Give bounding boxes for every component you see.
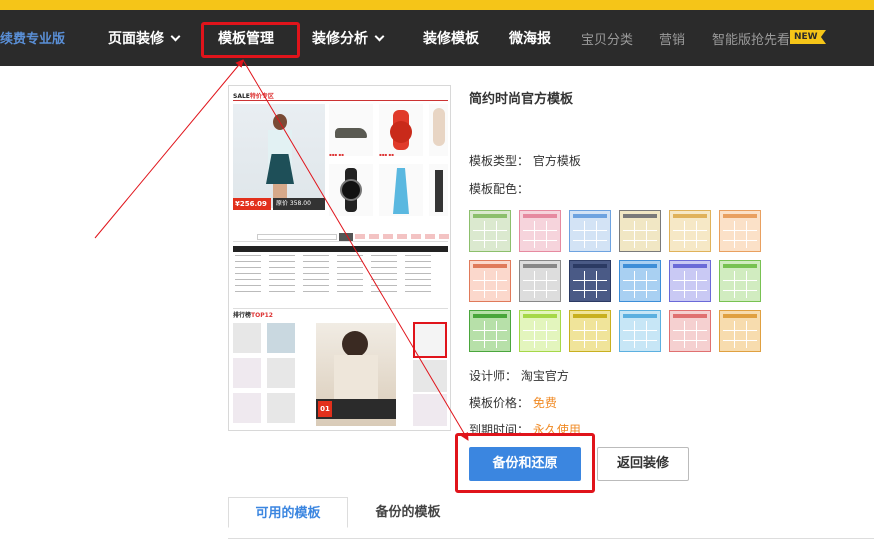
color-swatch[interactable] (619, 210, 661, 252)
price-value: 免费 (532, 396, 557, 410)
new-badge: NEW (790, 30, 826, 44)
nav-item-decoration-analysis[interactable]: 装修分析 (312, 28, 385, 48)
color-swatch[interactable] (569, 310, 611, 352)
chevron-down-icon (170, 31, 181, 42)
nav-item-product-category[interactable]: 宝贝分类 (581, 29, 633, 48)
nav-item-page-decoration[interactable]: 页面装修 (108, 28, 181, 48)
template-type-value: 官方模板 (532, 154, 581, 168)
preview-product-dress-blue (379, 164, 423, 216)
nav-item-smart-preview[interactable]: 智能版抢先看 (712, 29, 790, 48)
highlight-box-backup-button (455, 433, 595, 493)
price-label: 模板价格： (469, 396, 530, 410)
arrow-to-template-management (94, 59, 244, 239)
color-swatch[interactable] (519, 210, 561, 252)
color-swatch[interactable] (569, 260, 611, 302)
template-color-label: 模板配色： (469, 182, 530, 196)
preview-logo: SALE特价专区 (233, 91, 274, 100)
color-swatch[interactable] (569, 210, 611, 252)
tab-available-templates[interactable]: 可用的模板 (228, 497, 348, 528)
preview-ranking-label: 排行榜TOP12 (233, 310, 273, 319)
designer-value: 淘宝官方 (520, 369, 569, 383)
preview-rank-number: 01 (318, 401, 332, 417)
template-type-label: 模板类型： (469, 154, 530, 168)
designer-row: 设计师： 淘宝官方 (469, 367, 569, 384)
preview-divider (233, 100, 448, 101)
color-swatch[interactable] (469, 310, 511, 352)
preview-selected-thumbnail (413, 322, 447, 358)
highlight-box-template-management (201, 22, 300, 58)
template-title: 简约时尚官方模板 (469, 92, 574, 107)
color-swatch[interactable] (619, 260, 661, 302)
designer-label: 设计师： (469, 369, 518, 383)
preview-model-photo (233, 104, 325, 208)
nav-item-marketing[interactable]: 营销 (659, 29, 685, 48)
preview-divider-2 (233, 308, 448, 309)
color-swatch[interactable] (719, 210, 761, 252)
preview-product-watch-red (379, 104, 423, 156)
top-yellow-strip (0, 0, 874, 10)
preview-category-table (233, 246, 448, 296)
color-swatch[interactable] (619, 310, 661, 352)
preview-search-bar (233, 232, 449, 242)
preview-price-tag: ¥256.09 (233, 198, 271, 210)
color-swatch[interactable] (519, 260, 561, 302)
nav-item-label: 装修分析 (312, 31, 368, 47)
preview-original-price: 原价 358.00 (273, 198, 325, 210)
preview-product-figure (429, 164, 448, 216)
color-swatch[interactable] (469, 210, 511, 252)
preview-ranking-prefix: 排行榜 (233, 312, 252, 319)
template-preview-image: SALE特价专区 ¥256.09 原价 358.00 ▪▪▪ ▪▪ ▪▪▪ ▪▪… (228, 85, 451, 431)
chevron-down-icon (374, 31, 385, 42)
brand-label: 续费专业版 (0, 32, 66, 47)
color-swatch[interactable] (669, 260, 711, 302)
preview-ranking-suffix: TOP12 (251, 312, 273, 319)
preview-logo-prefix: SALE (233, 93, 250, 100)
color-swatch[interactable] (719, 260, 761, 302)
nav-item-micro-poster[interactable]: 微海报 (509, 28, 551, 48)
preview-featured-photo: 01 (316, 323, 396, 426)
top-navigation-bar: 续费专业版 页面装修 模板管理 装修分析 装修模板 微海报 宝贝分类 营销 智能… (0, 10, 874, 66)
tab-backup-templates[interactable]: 备份的模板 (348, 497, 468, 528)
template-type-row: 模板类型： 官方模板 (469, 152, 581, 169)
preview-product-shoe (329, 104, 373, 156)
color-swatch[interactable] (719, 310, 761, 352)
color-swatch[interactable] (469, 260, 511, 302)
nav-item-label: 页面装修 (108, 31, 164, 47)
preview-product-heel (429, 104, 448, 156)
price-row: 模板价格： 免费 (469, 394, 557, 411)
color-swatch[interactable] (669, 210, 711, 252)
template-tabs: 可用的模板 备份的模板 (228, 497, 874, 539)
back-to-decoration-button[interactable]: 返回装修 (597, 447, 689, 481)
nav-item-decoration-templates[interactable]: 装修模板 (423, 28, 479, 48)
color-swatch[interactable] (519, 310, 561, 352)
color-swatch[interactable] (669, 310, 711, 352)
preview-product-watch-black (329, 164, 373, 216)
preview-logo-suffix: 特价专区 (249, 93, 274, 100)
